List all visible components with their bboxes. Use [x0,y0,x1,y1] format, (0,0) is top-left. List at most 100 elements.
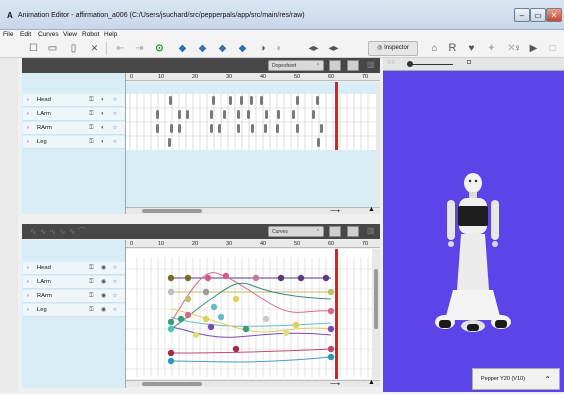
inspector-toolbar: ○○ ◘ [383,58,564,71]
scroll-thumb[interactable] [142,209,202,213]
key-rarm-icon[interactable]: ◆ [216,42,229,55]
layout-button[interactable] [329,226,341,237]
expand-arrow-icon[interactable]: › [27,122,29,135]
select-radio-icon[interactable]: ○ [113,304,117,317]
collapse-button[interactable] [347,226,359,237]
expand-arrow-icon[interactable]: › [27,304,29,317]
track-row-larm[interactable]: › LArm ⚿ ◉ ○ [23,276,125,289]
lock-icon[interactable]: ⚿ [89,262,94,275]
save-icon[interactable]: ▯ [67,42,80,55]
expand-arrow-icon[interactable]: › [27,94,29,107]
layout-button[interactable] [329,60,341,71]
lock-icon[interactable]: ⚿ [89,94,94,107]
visibility-icon[interactable]: ◉ [101,304,106,317]
visibility-icon[interactable]: ◐ [101,122,105,135]
visibility-icon[interactable]: ◐ [101,136,105,149]
zoom-slider-handle[interactable] [407,61,413,67]
dopesheet-mode-select[interactable]: Dopesheet ⌃ [268,60,324,71]
play-icon[interactable]: ▶ [527,42,540,55]
menu-robot[interactable]: Robot [82,31,99,38]
visibility-icon[interactable]: ◉ [101,262,106,275]
track-row-leg[interactable]: › Leg ⚿ ◉ ○ [23,304,125,317]
lock-icon[interactable]: ⚿ [89,108,94,121]
close-button[interactable]: ✕ [546,8,562,22]
trash-icon[interactable]: ▥ [367,226,375,235]
track-row-leg[interactable]: › Leg ⚿ ◐ ○ [23,136,125,149]
camera-icon[interactable]: ◘ [467,59,471,66]
step-back-icon[interactable]: ⇤ [114,42,127,55]
expand-arrow-icon[interactable]: › [27,290,29,303]
visibility-icon[interactable]: ◐ [101,94,105,107]
zoom-mountain-icon[interactable]: ▲ [368,206,375,213]
menu-edit[interactable]: Edit [20,31,31,38]
r-letter-icon[interactable]: R [446,42,459,55]
expand-arrow-icon[interactable]: › [27,136,29,149]
ruler-tick: 10 [158,74,165,80]
menu-help[interactable]: Help [104,31,117,38]
lock-icon[interactable]: ⚿ [89,136,94,149]
next-key-icon[interactable]: ◂▸ [327,42,340,55]
lock-icon[interactable]: ⚿ [89,276,94,289]
heart-icon[interactable]: ♥ [465,42,478,55]
zoom-arrow-icon[interactable]: ⟶ [330,380,340,388]
menu-curves[interactable]: Curves [38,31,59,38]
key-larm-icon[interactable]: ◆ [196,42,209,55]
lock-icon[interactable]: ⚿ [89,304,94,317]
stiffness-icon[interactable]: ◐ [273,42,286,55]
select-radio-icon[interactable]: ○ [113,262,117,275]
expand-arrow-icon[interactable]: › [27,108,29,121]
curves-hscroll[interactable] [126,380,380,387]
track-row-rarm[interactable]: › RArm ⚿ ◉ ○ [23,290,125,303]
zoom-slider-track[interactable] [407,64,453,65]
stop-icon[interactable]: □ [546,42,559,55]
delete-icon[interactable]: ✕ [88,42,101,55]
select-radio-icon[interactable]: ○ [113,108,117,121]
visibility-icon[interactable]: ◐ [101,108,105,121]
key-head-icon[interactable]: ◆ [176,42,189,55]
microphone-icon[interactable]: ♀ [511,42,524,55]
track-row-head[interactable]: › Head ⚿ ◉ ○ [23,262,125,275]
menu-file[interactable]: File [3,31,13,38]
trash-icon[interactable]: ▥ [367,60,375,69]
track-row-larm[interactable]: › LArm ⚿ ◐ ○ [23,108,125,121]
visibility-icon[interactable]: ◉ [101,290,106,303]
track-row-head[interactable]: › Head ⚿ ◐ ○ [23,94,125,107]
scroll-thumb[interactable] [142,382,202,386]
select-radio-icon[interactable]: ○ [113,276,117,289]
track-row-rarm[interactable]: › RArm ⚿ ◐ ○ [23,122,125,135]
select-radio-icon[interactable]: ○ [113,94,117,107]
expand-arrow-icon[interactable]: › [27,262,29,275]
maximize-button[interactable]: ▭ [530,8,546,22]
inspector-tab[interactable]: ◎ Inspector [368,41,418,56]
menu-view[interactable]: View [63,31,77,38]
zoom-arrow-icon[interactable]: ⟶ [330,207,340,215]
inspector-label: Inspector [384,45,409,51]
half-toggle-icon[interactable]: ◑ [256,42,269,55]
visibility-icon[interactable]: ◉ [101,276,106,289]
minimize-button[interactable]: – [514,8,530,22]
dopesheet-hscroll[interactable] [126,207,380,214]
robot-icon[interactable]: ⌂ [428,42,441,55]
select-radio-icon[interactable]: ○ [113,122,117,135]
step-forward-icon[interactable]: ⇥ [133,42,146,55]
expand-arrow-icon[interactable]: › [27,276,29,289]
lock-icon[interactable]: ⚿ [89,290,94,303]
collapse-button[interactable] [347,60,359,71]
key-leg-icon[interactable]: ◆ [236,42,249,55]
timeline-link-icon[interactable]: ○○ [387,59,395,66]
curves-graph[interactable] [126,249,380,379]
robot-viewport[interactable] [383,58,564,392]
zoom-mountain-icon[interactable]: ▲ [368,379,375,386]
lock-icon[interactable]: ⚿ [89,122,94,135]
curves-mode-select[interactable]: Curves ⌃ [268,226,324,237]
behavior-icon[interactable]: ✦ [485,42,498,55]
robot-model-select[interactable]: Pepper Y20 (V10) ⌃ [472,368,560,390]
tangent-tools-icon[interactable]: ∿∿∿∿∿⌒ [30,226,90,237]
record-icon[interactable]: ⊙ [153,42,166,55]
open-folder-icon[interactable]: ▭ [46,42,59,55]
dopesheet-grid[interactable] [126,82,380,214]
prev-key-icon[interactable]: ◂▸ [307,42,320,55]
select-radio-icon[interactable]: ○ [113,136,117,149]
select-radio-icon[interactable]: ○ [113,290,117,303]
new-file-icon[interactable]: ☐ [27,42,40,55]
